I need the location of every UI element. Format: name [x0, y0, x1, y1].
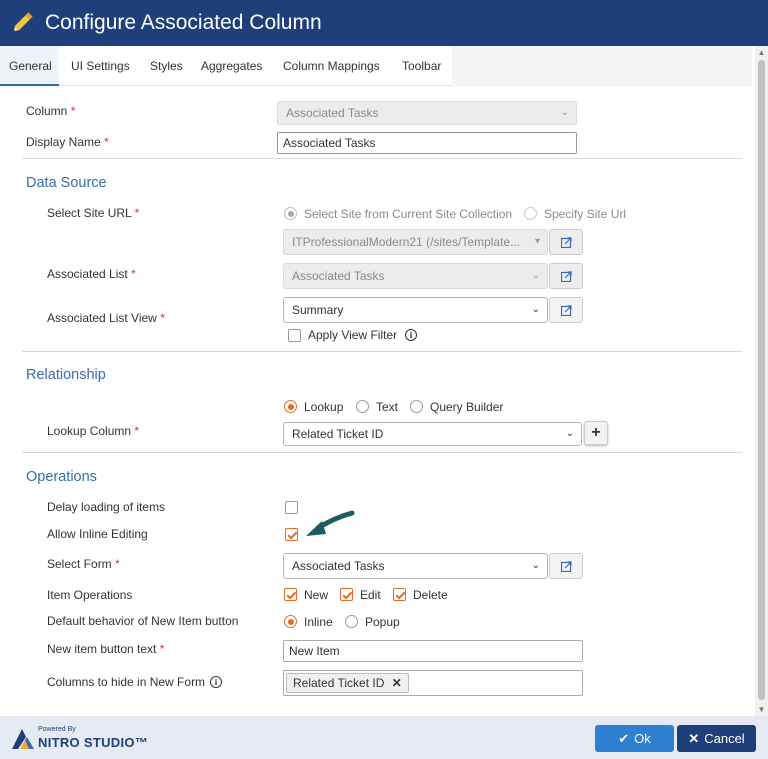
- display-name-label: Display Name *: [26, 135, 109, 149]
- chevron-down-icon: ⌄: [565, 428, 574, 439]
- allow-inline-editing-label: Allow Inline Editing: [47, 527, 148, 541]
- chevron-down-icon: ⌄: [531, 304, 540, 315]
- column-select[interactable]: Associated Tasks ⌄: [277, 101, 577, 125]
- delay-loading-label: Delay loading of items: [47, 500, 166, 514]
- chevron-down-icon: ⌄: [531, 270, 540, 281]
- op-new-label: New: [304, 588, 329, 602]
- close-icon[interactable]: ✕: [392, 676, 402, 690]
- site-specify-label: Specify Site Url: [544, 207, 627, 221]
- associated-list-select[interactable]: Associated Tasks ⌄: [283, 263, 548, 289]
- tab-aggregates[interactable]: Aggregates: [201, 46, 262, 86]
- item-operations-label: Item Operations: [47, 588, 133, 602]
- default-behavior-label: Default behavior of New Item button: [47, 614, 239, 628]
- chevron-down-icon: ▾: [534, 236, 540, 247]
- list-view-select[interactable]: Summary ⌄: [283, 297, 548, 323]
- lookup-radio-label: Lookup: [304, 400, 344, 414]
- pencil-icon: [13, 12, 33, 32]
- divider: [22, 351, 742, 352]
- dialog-header: Configure Associated Column: [0, 0, 768, 46]
- add-lookup-button[interactable]: +: [584, 421, 608, 445]
- column-label: Column *: [26, 104, 76, 118]
- associated-list-label: Associated List *: [47, 267, 136, 281]
- behavior-popup-label: Popup: [365, 615, 400, 629]
- site-url-label: Select Site URL *: [47, 206, 140, 220]
- display-name-input[interactable]: Associated Tasks: [277, 132, 577, 154]
- nitro-logo-icon: [12, 729, 34, 749]
- columns-hide-label: Columns to hide in New Form: [47, 675, 206, 689]
- arrow-annotation-icon: [306, 510, 355, 536]
- new-item-text-input[interactable]: New Item: [283, 640, 583, 662]
- site-current-radio[interactable]: [284, 207, 297, 220]
- tab-bar: General UI Settings Styles Aggregates Co…: [0, 46, 452, 86]
- section-data-source: Data Source: [26, 175, 107, 191]
- cancel-button[interactable]: ✕ Cancel: [677, 725, 756, 752]
- external-link-icon: [560, 236, 572, 248]
- vertical-scrollbar[interactable]: ▲ ▼: [755, 46, 768, 716]
- apply-view-filter-label: Apply View Filter: [308, 328, 398, 342]
- query-builder-radio-label: Query Builder: [430, 400, 504, 414]
- op-edit-label: Edit: [360, 588, 381, 602]
- ok-button-label: Ok: [634, 731, 651, 746]
- tab-bar-filler: [452, 46, 752, 86]
- delay-loading-checkbox[interactable]: [285, 501, 298, 514]
- chevron-down-icon: ⌄: [560, 107, 569, 118]
- open-site-button[interactable]: [549, 229, 583, 255]
- select-form-select[interactable]: Associated Tasks ⌄: [283, 553, 548, 579]
- scroll-up-icon[interactable]: ▲: [757, 48, 766, 57]
- divider: [22, 452, 742, 453]
- apply-view-filter-checkbox[interactable]: [288, 329, 301, 342]
- op-delete-label: Delete: [413, 588, 448, 602]
- brand-text: NITRO STUDIO™: [38, 735, 149, 750]
- op-new-checkbox[interactable]: [284, 588, 297, 601]
- list-view-label: Associated List View *: [47, 311, 165, 325]
- site-current-label: Select Site from Current Site Collection: [304, 207, 513, 221]
- open-list-button[interactable]: [549, 263, 583, 289]
- chevron-down-icon: ⌄: [531, 560, 540, 571]
- text-radio-label: Text: [376, 400, 399, 414]
- site-select[interactable]: ITProfessionalModern21 (/sites/Template.…: [283, 229, 548, 255]
- op-edit-checkbox[interactable]: [340, 588, 353, 601]
- open-view-button[interactable]: [549, 297, 583, 323]
- cancel-button-label: Cancel: [704, 731, 745, 746]
- divider: [22, 158, 742, 159]
- info-icon[interactable]: i: [210, 676, 222, 688]
- lookup-column-select[interactable]: Related Ticket ID ⌄: [283, 422, 582, 446]
- new-item-text-label: New item button text *: [47, 642, 165, 656]
- section-operations: Operations: [26, 469, 97, 485]
- close-icon: ✕: [688, 730, 700, 746]
- tab-general[interactable]: General: [0, 46, 59, 86]
- tab-column-mappings[interactable]: Column Mappings: [283, 46, 380, 86]
- allow-inline-editing-checkbox[interactable]: [285, 528, 298, 541]
- tab-ui-settings[interactable]: UI Settings: [71, 46, 130, 86]
- column-chip: Related Ticket ID ✕: [286, 673, 409, 693]
- op-delete-checkbox[interactable]: [393, 588, 406, 601]
- column-chip-label: Related Ticket ID: [293, 676, 385, 690]
- section-relationship: Relationship: [26, 367, 106, 383]
- open-form-button[interactable]: [549, 553, 583, 579]
- ok-button[interactable]: ✔ Ok: [595, 725, 674, 752]
- scroll-thumb[interactable]: [758, 60, 765, 700]
- info-icon[interactable]: i: [405, 329, 417, 341]
- behavior-inline-label: Inline: [304, 615, 333, 629]
- check-icon: ✔: [618, 730, 630, 746]
- query-builder-radio[interactable]: [410, 400, 423, 413]
- external-link-icon: [560, 270, 572, 282]
- lookup-radio[interactable]: [284, 400, 297, 413]
- tab-styles[interactable]: Styles: [150, 46, 183, 86]
- select-form-label: Select Form *: [47, 557, 120, 571]
- behavior-inline-radio[interactable]: [284, 615, 297, 628]
- external-link-icon: [560, 560, 572, 572]
- text-radio[interactable]: [356, 400, 369, 413]
- external-link-icon: [560, 304, 572, 316]
- behavior-popup-radio[interactable]: [345, 615, 358, 628]
- lookup-column-label: Lookup Column *: [47, 424, 140, 438]
- tab-toolbar[interactable]: Toolbar: [402, 46, 441, 86]
- site-specify-radio[interactable]: [524, 207, 537, 220]
- scroll-down-icon[interactable]: ▼: [757, 705, 766, 714]
- dialog-title: Configure Associated Column: [45, 11, 322, 34]
- powered-by-text: Powered By: [38, 726, 76, 733]
